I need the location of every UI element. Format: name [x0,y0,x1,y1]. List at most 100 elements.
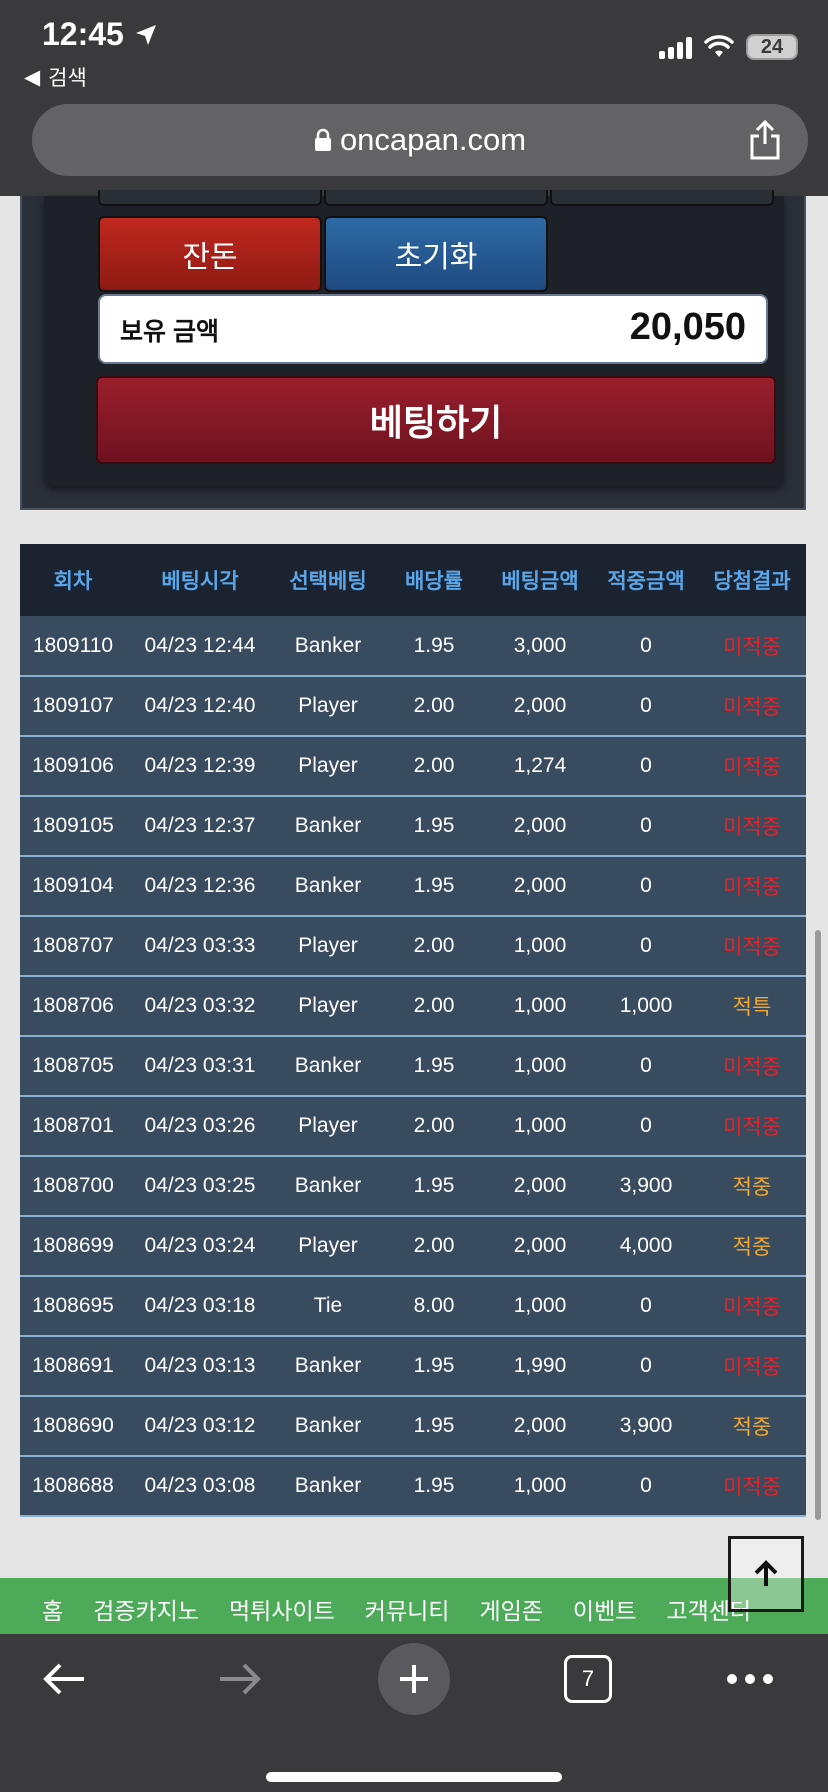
cell-pick: Player [298,694,358,717]
cell-odds: 1.95 [413,1054,455,1077]
cell-win-amount: 0 [640,1474,652,1497]
cell-round: 1809105 [32,814,114,837]
cell-bet-time: 04/23 03:32 [144,994,256,1017]
nav-verified-casino[interactable]: 검증카지노 [93,1592,199,1634]
betting-panel: 잔돈 초기화 보유 금액 20,050 베팅하기 [20,190,806,510]
header-bet-time: 베팅시각 [161,570,239,593]
table-row: 1808691 04/23 03:13 Banker 1.95 1,990 0 미적중 [20,1336,806,1396]
cell-bet-time: 04/23 12:44 [144,633,256,657]
cell-pick: Player [298,754,358,777]
cell-win-amount: 0 [640,633,652,657]
share-button[interactable] [748,119,782,165]
cell-bet-time: 04/23 03:13 [144,1354,256,1377]
cell-result: 적중 [732,1176,772,1199]
cell-bet-amount: 1,274 [513,754,567,777]
nav-events[interactable]: 이벤트 [573,1592,636,1634]
cell-round: 1808705 [32,1054,114,1077]
table-row: 1809104 04/23 12:36 Banker 1.95 2,000 0 미적중 [20,856,806,916]
cell-round: 1808691 [32,1354,114,1377]
cell-pick: Player [298,934,358,957]
cell-result: 미적중 [723,1296,781,1319]
bet-history-table: 회차 베팅시각 선택베팅 배당률 베팅금액 적중금액 당첨결과 1809110 0… [20,544,806,1517]
balance-value: 20,050 [629,306,746,348]
cell-result: 적중 [732,1236,772,1259]
cell-odds: 2.00 [413,694,455,717]
cell-bet-amount: 2,000 [513,1174,567,1197]
cell-odds: 2.00 [413,1234,455,1257]
cell-win-amount: 0 [640,694,652,717]
address-bar[interactable]: oncapan.com [32,104,808,176]
cell-bet-amount: 1,000 [513,1054,567,1077]
table-row: 1808705 04/23 03:31 Banker 1.95 1,000 0 미적중 [20,1036,806,1096]
cell-round: 1808690 [32,1414,114,1437]
cell-bet-time: 04/23 03:08 [144,1474,256,1497]
cell-bet-time: 04/23 03:24 [144,1234,256,1257]
header-bet-amount: 베팅금액 [501,570,579,593]
tabs-button[interactable]: 7 [564,1634,612,1724]
cell-pick: Banker [294,1054,362,1077]
tab-count: 7 [564,1655,612,1703]
header-odds: 배당률 [405,570,463,593]
battery-icon: 24 [746,34,798,60]
table-row: 1808690 04/23 03:12 Banker 1.95 2,000 3,900 적중 [20,1396,806,1456]
cell-result: 미적중 [723,936,781,959]
nav-home[interactable]: 홈 [42,1592,63,1634]
cell-bet-amount: 1,000 [513,1114,567,1137]
nav-community[interactable]: 커뮤니티 [365,1592,450,1634]
arrow-right-icon [220,1663,261,1695]
back-button[interactable] [30,1634,98,1724]
balance-label: 보유 금액 [120,318,219,346]
cell-win-amount: 0 [640,814,652,837]
plus-icon [378,1643,450,1715]
browser-toolbar: 7 [0,1634,828,1792]
place-bet-button[interactable]: 베팅하기 [96,376,776,464]
change-button[interactable]: 잔돈 [98,216,322,292]
nav-scam-sites[interactable]: 먹튀사이트 [229,1592,335,1634]
cell-result: 적특 [732,996,772,1019]
cell-win-amount: 0 [640,1054,652,1077]
cell-win-amount: 0 [640,874,652,897]
page-scrollbar[interactable] [815,930,821,1520]
header-win-amount: 적중금액 [607,570,685,593]
cell-round: 1809106 [32,754,114,777]
cell-result: 미적중 [723,1356,781,1379]
cell-round: 1808695 [32,1294,114,1317]
cell-pick: Banker [294,814,362,837]
new-tab-button[interactable] [378,1634,450,1724]
cell-pick: Player [298,1234,358,1257]
cell-round: 1808688 [32,1474,114,1497]
back-to-app[interactable]: ◀ 검색 [24,62,87,92]
cell-result: 미적중 [723,1056,781,1079]
cell-bet-time: 04/23 12:37 [144,814,256,837]
table-row: 1808700 04/23 03:25 Banker 1.95 2,000 3,900 적중 [20,1156,806,1216]
cell-pick: Player [298,1114,358,1137]
cell-round: 1808699 [32,1234,114,1257]
cell-bet-amount: 3,000 [513,633,567,657]
cell-odds: 1.95 [413,874,455,897]
cell-odds: 8.00 [413,1294,455,1317]
betting-panel-inner: 잔돈 초기화 보유 금액 20,050 베팅하기 [44,190,784,486]
back-triangle-icon: ◀ [24,65,41,89]
cell-bet-amount: 1,990 [513,1354,567,1377]
cell-win-amount: 3,900 [619,1414,673,1437]
cell-round: 1809104 [32,874,114,897]
cell-result: 미적중 [723,696,781,719]
cell-result: 미적중 [723,1116,781,1139]
cell-round: 1808700 [32,1174,114,1197]
more-button[interactable] [724,1634,776,1724]
cell-pick: Banker [294,1414,362,1437]
more-dots-icon [727,1674,773,1684]
cell-win-amount: 3,900 [619,1174,673,1197]
scroll-to-top-button[interactable] [728,1536,804,1612]
cell-bet-time: 04/23 03:26 [144,1114,256,1137]
cell-bet-amount: 2,000 [513,694,567,717]
balance-box: 보유 금액 20,050 [98,294,768,364]
nav-game-zone[interactable]: 게임존 [479,1592,542,1634]
cell-win-amount: 0 [640,754,652,777]
forward-button[interactable] [206,1634,274,1724]
cell-win-amount: 4,000 [619,1234,673,1257]
table-row: 1808688 04/23 03:08 Banker 1.95 1,000 0 미적중 [20,1456,806,1516]
reset-button[interactable]: 초기화 [324,216,548,292]
cell-pick: Banker [294,1174,362,1197]
header-result: 당첨결과 [713,570,791,593]
